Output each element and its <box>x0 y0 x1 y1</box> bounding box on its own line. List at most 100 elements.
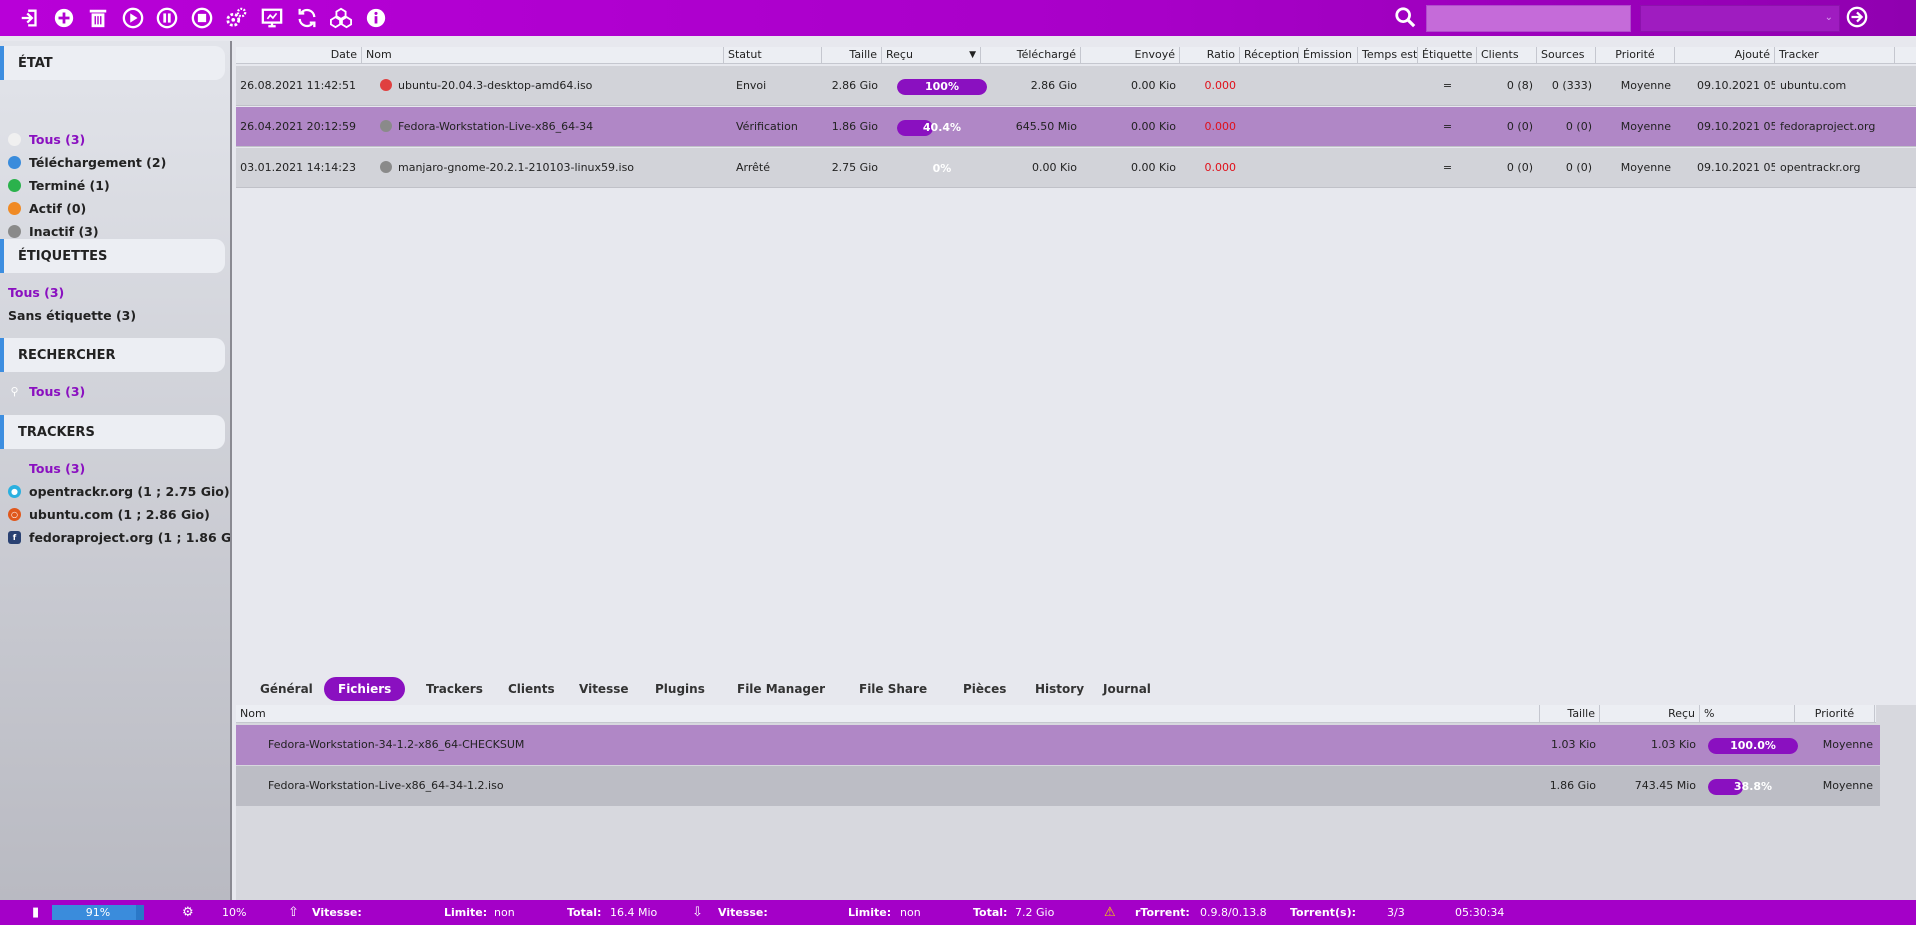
add-icon[interactable] <box>52 6 76 30</box>
up-limit-label[interactable]: Limite: <box>444 900 487 925</box>
rtorrent-label: rTorrent: <box>1135 906 1190 919</box>
play-icon[interactable] <box>121 6 145 30</box>
cell-downloaded: 0.00 Kio <box>1032 161 1077 174</box>
trackers-header: TRACKERS <box>0 415 225 449</box>
disk-icon: ▮ <box>32 905 40 920</box>
table-row[interactable]: 26.04.2021 20:12:59 Fedora-Workstation-Li… <box>236 107 1916 147</box>
info-icon[interactable] <box>364 6 388 30</box>
torrents-count: 3/3 <box>1387 906 1405 919</box>
tab-history[interactable]: History <box>1021 677 1098 701</box>
sidebar-item-tracker-fedora[interactable]: f fedoraproject.org (1 ; 1.86 Gio) <box>8 527 230 547</box>
cell-size: 1.86 Gio <box>831 120 878 133</box>
rechercher-header: RECHERCHER <box>0 338 225 372</box>
file-progress-bar: 100.0% <box>1708 738 1798 754</box>
rtorrent-version: 0.9.8/0.13.8 <box>1200 906 1267 919</box>
col-emission[interactable]: Émission <box>1299 47 1358 64</box>
fedora-icon: f <box>8 530 21 544</box>
col-nom[interactable]: Nom <box>362 47 724 64</box>
tab-journal[interactable]: Journal <box>1089 677 1165 701</box>
cell-date: 26.04.2021 20:12:59 <box>240 120 356 133</box>
files-col-percent[interactable]: % <box>1700 705 1795 723</box>
sidebar-item-recherche-tous[interactable]: ⚲ Tous (3) <box>8 381 85 401</box>
pause-icon[interactable] <box>155 6 179 30</box>
file-row[interactable]: Fedora-Workstation-Live-x86_64-34-1.2.is… <box>236 766 1880 806</box>
refresh-icon[interactable] <box>295 6 319 30</box>
cell-sources: 0 (333) <box>1551 79 1592 92</box>
sidebar-item-tracker-opentrackr[interactable]: ● opentrackr.org (1 ; 2.75 Gio) <box>8 481 230 501</box>
col-recu[interactable]: Reçu ▼ <box>882 47 981 64</box>
cell-status: Arrêté <box>736 161 770 174</box>
col-ratio[interactable]: Ratio <box>1180 47 1240 64</box>
col-envoye[interactable]: Envoyé <box>1081 47 1180 64</box>
down-limit-value[interactable]: non <box>900 900 921 925</box>
files-col-nom[interactable]: Nom <box>236 705 1540 723</box>
cell-ratio: 0.000 <box>1204 79 1237 92</box>
sidebar-item-etat[interactable]: Téléchargement (2) <box>8 152 166 172</box>
table-row[interactable]: 03.01.2021 14:14:23 manjaro-gnome-20.2.1-… <box>236 148 1916 188</box>
gears-icon[interactable] <box>224 6 248 30</box>
tab-plugins[interactable]: Plugins <box>641 677 719 701</box>
col-statut[interactable]: Statut <box>724 47 822 64</box>
up-limit-value[interactable]: non <box>494 900 515 925</box>
search-input[interactable] <box>1426 5 1631 32</box>
tab-clients[interactable]: Clients <box>494 677 569 701</box>
col-telecharge[interactable]: Téléchargé <box>981 47 1081 64</box>
search-icon: ⚲ <box>10 384 19 398</box>
col-ajoute[interactable]: Ajouté <box>1675 47 1775 64</box>
col-sources[interactable]: Sources <box>1537 47 1596 64</box>
logout-icon[interactable] <box>1846 6 1870 30</box>
cell-date: 03.01.2021 14:14:23 <box>240 161 356 174</box>
col-etiquette[interactable]: Étiquette <box>1418 47 1477 64</box>
sidebar-item-label: opentrackr.org (1 ; 2.75 Gio) <box>29 483 230 499</box>
tab-pièces[interactable]: Pièces <box>949 677 1020 701</box>
torrents-label: Torrent(s): <box>1290 906 1356 919</box>
cell-size: 2.86 Gio <box>831 79 878 92</box>
col-taille[interactable]: Taille <box>822 47 882 64</box>
table-row[interactable]: 26.08.2021 11:42:51 ubuntu-20.04.3-deskto… <box>236 66 1916 106</box>
files-col-priorite[interactable]: Priorité <box>1795 705 1875 723</box>
cell-added: 09.10.2021 05:29:19 <box>1697 79 1775 92</box>
plugins-icon[interactable] <box>329 6 353 30</box>
col-reception[interactable]: Réception <box>1240 47 1299 64</box>
sidebar-item-tracker-tous[interactable]: Tous (3) <box>29 458 85 478</box>
tab-trackers[interactable]: Trackers <box>412 677 497 701</box>
file-row[interactable]: Fedora-Workstation-34-1.2-x86_64-CHECKSU… <box>236 725 1880 765</box>
tab-file-manager[interactable]: File Manager <box>723 677 839 701</box>
sidebar-item-sans-etiquette[interactable]: Sans étiquette (3) <box>8 305 136 325</box>
tab-fichiers[interactable]: Fichiers <box>324 677 406 701</box>
cell-added: 09.10.2021 05:21:17 <box>1697 161 1775 174</box>
stop-icon[interactable] <box>190 6 214 30</box>
down-limit-label[interactable]: Limite: <box>848 900 891 925</box>
sidebar-item-etat[interactable]: Tous (3) <box>8 129 85 149</box>
file-progress-bar: 38.8% <box>1708 779 1798 795</box>
sidebar-item-label: Inactif (3) <box>29 223 99 239</box>
cell-name: manjaro-gnome-20.2.1-210103-linux59.iso <box>380 148 720 188</box>
sidebar-item-tracker-ubuntu[interactable]: ○ ubuntu.com (1 ; 2.86 Gio) <box>8 504 210 524</box>
search-icon[interactable] <box>1394 6 1418 30</box>
sidebar-item-etat[interactable]: Actif (0) <box>8 198 86 218</box>
sidebar-item-etat[interactable]: Terminé (1) <box>8 175 110 195</box>
col-clients[interactable]: Clients <box>1477 47 1537 64</box>
files-col-recu[interactable]: Reçu <box>1600 705 1700 723</box>
login-icon[interactable] <box>18 6 42 30</box>
warning-icon[interactable]: ⚠ <box>1104 900 1116 925</box>
col-date[interactable]: Date <box>236 47 362 64</box>
files-col-taille[interactable]: Taille <box>1540 705 1600 723</box>
monitor-icon[interactable] <box>260 6 284 30</box>
tracker-select[interactable]: ⌄ <box>1640 5 1840 32</box>
col-tracker[interactable]: Tracker <box>1775 47 1895 64</box>
sidebar-item-etiquette-tous[interactable]: Tous (3) <box>8 282 64 302</box>
up-speed-label: Vitesse: <box>312 906 362 919</box>
tab-vitesse[interactable]: Vitesse <box>565 677 643 701</box>
sidebar-item-label: Tous (3) <box>29 383 86 399</box>
sidebar: ÉTAT Tous (3) Téléchargement (2) Terminé (… <box>0 41 232 900</box>
col-priorite[interactable]: Priorité <box>1596 47 1675 64</box>
sort-desc-icon: ▼ <box>969 50 976 60</box>
trash-icon[interactable] <box>86 6 110 30</box>
col-temps[interactable]: Temps esti <box>1358 47 1418 64</box>
status-dot-icon <box>8 224 21 238</box>
sidebar-item-etat[interactable]: Inactif (3) <box>8 221 99 241</box>
tab-file-share[interactable]: File Share <box>845 677 941 701</box>
cell-uploaded: 0.00 Kio <box>1131 79 1176 92</box>
tab-général[interactable]: Général <box>246 677 327 701</box>
